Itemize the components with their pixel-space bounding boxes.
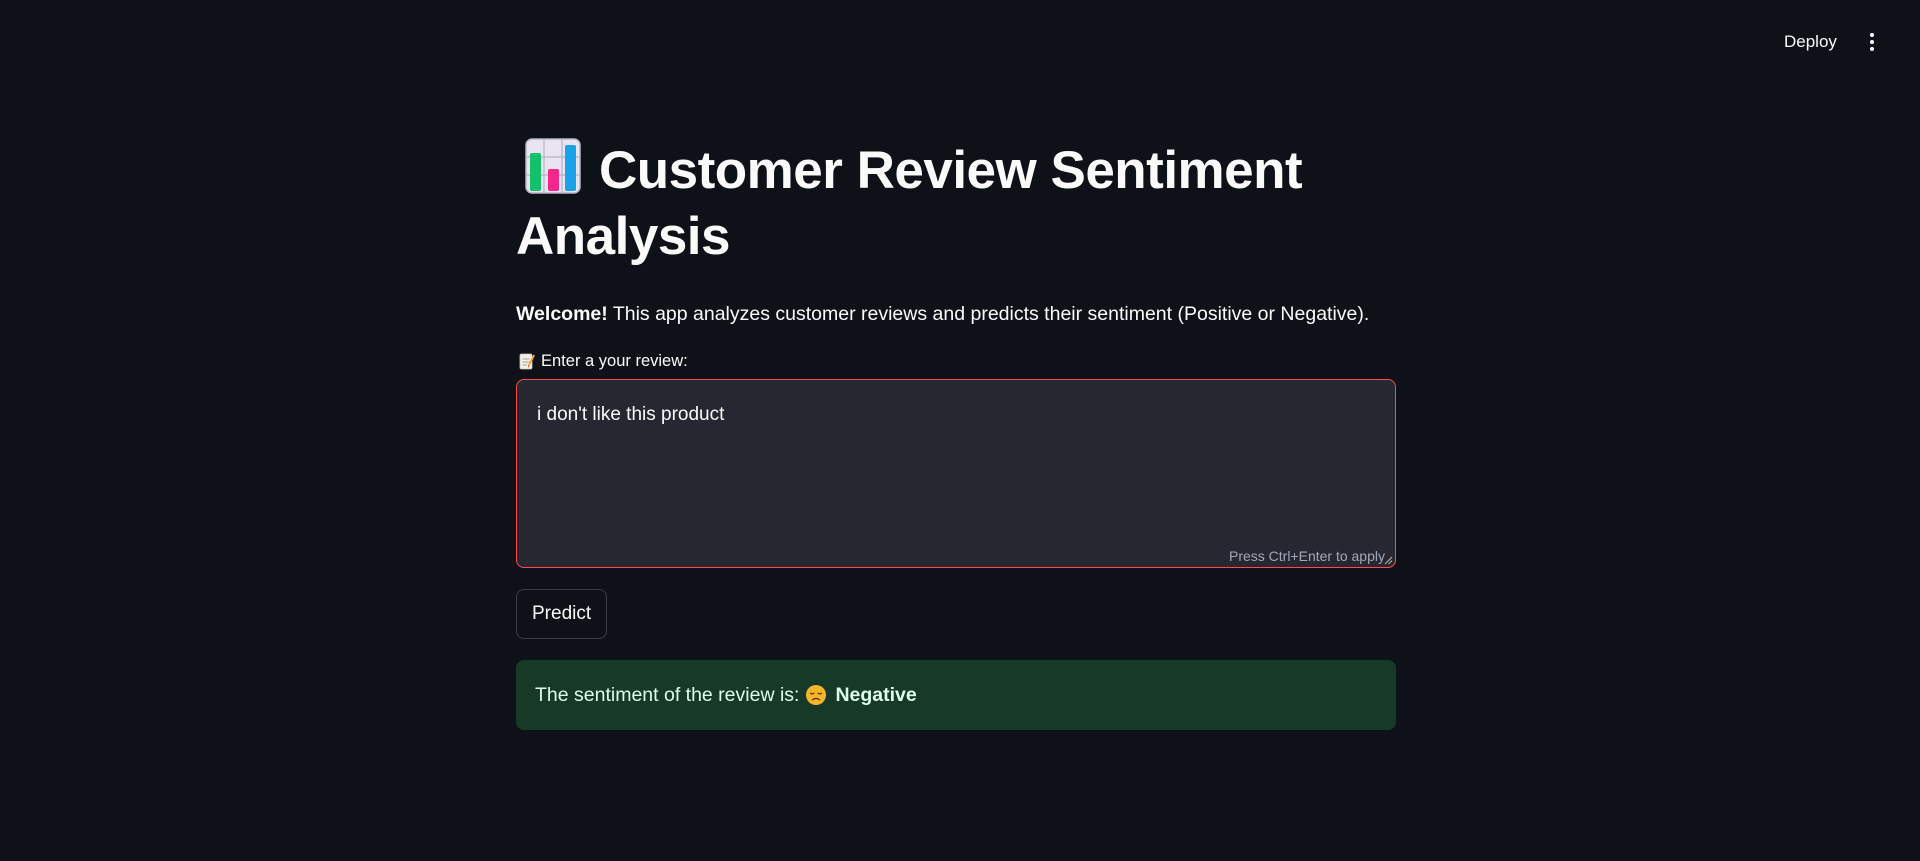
welcome-bold: Welcome! [516,303,608,325]
input-hint: Press Ctrl+Enter to apply [1228,548,1385,564]
sentiment-result-alert: The sentiment of the review is: Negative [516,660,1396,730]
predict-button[interactable]: Predict [516,589,608,639]
main-content: Customer Review Sentiment Analysis Welco… [516,138,1398,730]
review-textarea-container: i don't like this product Press Ctrl+Ent… [516,379,1396,568]
deploy-button[interactable]: Deploy [1778,29,1843,55]
resize-handle-icon[interactable] [1384,556,1393,565]
welcome-description: This app analyzes customer reviews and p… [607,303,1370,325]
result-prefix: The sentiment of the review is: [535,683,800,706]
review-input-label-text: Enter a your review: [541,352,688,370]
result-value: Negative [835,683,917,706]
page-title-text: Customer Review Sentiment Analysis [516,141,1303,266]
review-input-label: Enter a your review: [516,350,1398,372]
vertical-dots-icon [1870,33,1874,37]
welcome-text: Welcome! This app analyzes customer revi… [516,300,1398,328]
page-title: Customer Review Sentiment Analysis [516,138,1398,270]
review-textarea[interactable]: i don't like this product [517,380,1395,567]
disappointed-face-icon [806,685,827,705]
bar-chart-icon [525,138,581,194]
app-header: Deploy [0,0,1920,84]
main-menu-button[interactable] [1862,28,1882,56]
memo-icon [519,353,535,370]
